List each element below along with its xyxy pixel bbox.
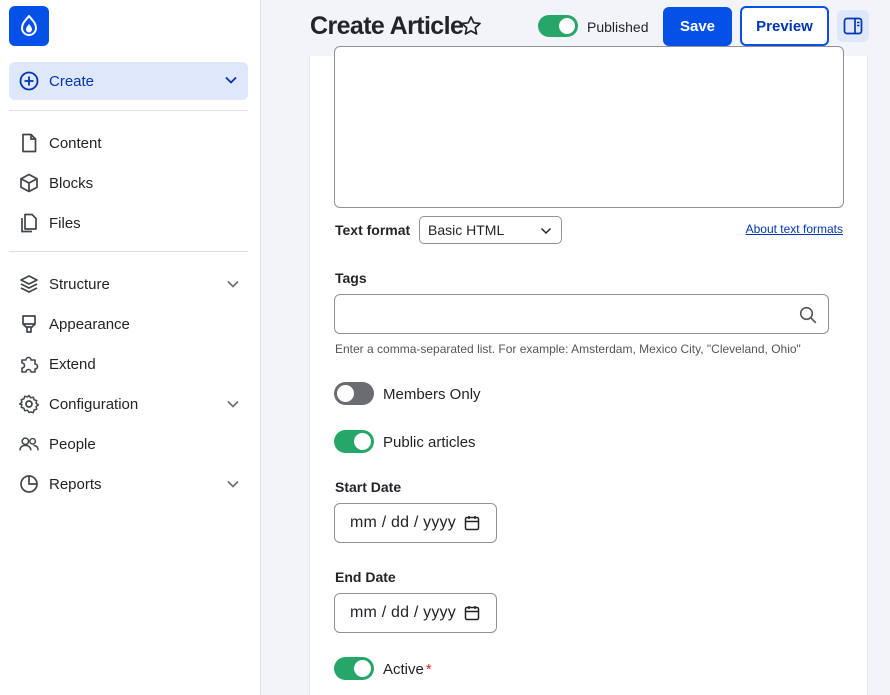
public-articles-toggle[interactable] (334, 430, 374, 453)
sidebar-item-people[interactable]: People (9, 426, 248, 462)
file-icon (19, 133, 39, 153)
calendar-icon[interactable] (464, 605, 480, 621)
sidebar-item-structure[interactable]: Structure (9, 266, 248, 302)
start-date-input[interactable]: mm / dd / yyyy (334, 503, 497, 543)
active-field-label: Active * (383, 661, 432, 678)
members-only-label: Members Only (383, 386, 481, 403)
sidebar-item-files[interactable]: Files (9, 205, 248, 241)
sidebar-item-label: Blocks (49, 174, 94, 192)
sidebar-item-label: Configuration (49, 395, 139, 413)
sidebar-panel-icon (843, 17, 863, 35)
article-form: Text format Basic HTML About text format… (309, 46, 868, 695)
chevron-down-icon[interactable] (226, 477, 240, 491)
text-format-value: Basic HTML (428, 222, 505, 238)
about-text-formats-link[interactable]: About text formats (746, 222, 843, 236)
active-label: Active (383, 661, 424, 678)
sidebar-item-content[interactable]: Content (9, 125, 248, 161)
star-icon[interactable] (460, 15, 482, 37)
sidebar-item-label: Reports (49, 475, 102, 493)
sidebar-item-appearance[interactable]: Appearance (9, 306, 248, 342)
sidebar-item-label: Content (49, 134, 102, 152)
search-icon (799, 306, 817, 324)
drupal-logo[interactable] (9, 6, 49, 46)
chevron-down-icon[interactable] (226, 397, 240, 411)
save-button[interactable]: Save (663, 7, 732, 46)
sidebar-divider (9, 110, 248, 111)
create-menu-button[interactable]: Create (9, 62, 248, 100)
gear-icon (19, 394, 39, 414)
end-date-input[interactable]: mm / dd / yyyy (334, 593, 497, 633)
text-format-select[interactable]: Basic HTML (419, 216, 562, 244)
start-date-value: mm / dd / yyyy (350, 514, 456, 531)
members-only-toggle[interactable] (334, 382, 374, 405)
layers-icon (19, 274, 39, 294)
calendar-icon[interactable] (464, 515, 480, 531)
sidebar-item-label: Files (49, 214, 81, 232)
body-editor[interactable] (334, 46, 844, 208)
end-date-value: mm / dd / yyyy (350, 604, 456, 621)
chevron-down-icon (540, 227, 552, 235)
active-toggle[interactable] (334, 657, 374, 680)
sidebar-item-label: Appearance (49, 315, 130, 333)
sidebar-item-label: People (49, 435, 96, 453)
sidebar-divider (9, 251, 248, 252)
sidebar-item-label: Extend (49, 355, 96, 373)
public-articles-label: Public articles (383, 434, 476, 451)
create-label: Create (49, 72, 95, 90)
preview-button[interactable]: Preview (740, 6, 829, 46)
chevron-down-icon[interactable] (226, 277, 240, 291)
sidebar-item-extend[interactable]: Extend (9, 346, 248, 382)
sidebar-item-reports[interactable]: Reports (9, 466, 248, 502)
files-icon (19, 213, 39, 233)
published-label: Published (587, 19, 649, 35)
sidebar-item-label: Structure (49, 275, 110, 293)
page-title: Create Article (310, 12, 464, 40)
published-toggle[interactable] (538, 15, 578, 37)
tags-label: Tags (335, 270, 367, 286)
chevron-down-icon (225, 76, 237, 84)
tags-help-text: Enter a comma-separated list. For exampl… (335, 342, 801, 356)
plus-circle-icon (19, 71, 39, 91)
sidebar-item-configuration[interactable]: Configuration (9, 386, 248, 422)
people-icon (19, 434, 39, 454)
pie-chart-icon (19, 474, 39, 494)
sidebar: Create Content Blocks Files Structure Ap… (0, 0, 261, 695)
start-date-label: Start Date (335, 479, 402, 495)
tags-input[interactable] (334, 294, 829, 334)
toggle-sidebar-button[interactable] (837, 10, 869, 42)
puzzle-icon (19, 354, 39, 374)
drop-icon (20, 15, 38, 36)
required-marker: * (425, 661, 432, 678)
sidebar-item-blocks[interactable]: Blocks (9, 165, 248, 201)
brush-icon (19, 314, 39, 334)
cube-icon (19, 173, 39, 193)
text-format-label: Text format (335, 222, 411, 238)
end-date-label: End Date (335, 569, 396, 585)
